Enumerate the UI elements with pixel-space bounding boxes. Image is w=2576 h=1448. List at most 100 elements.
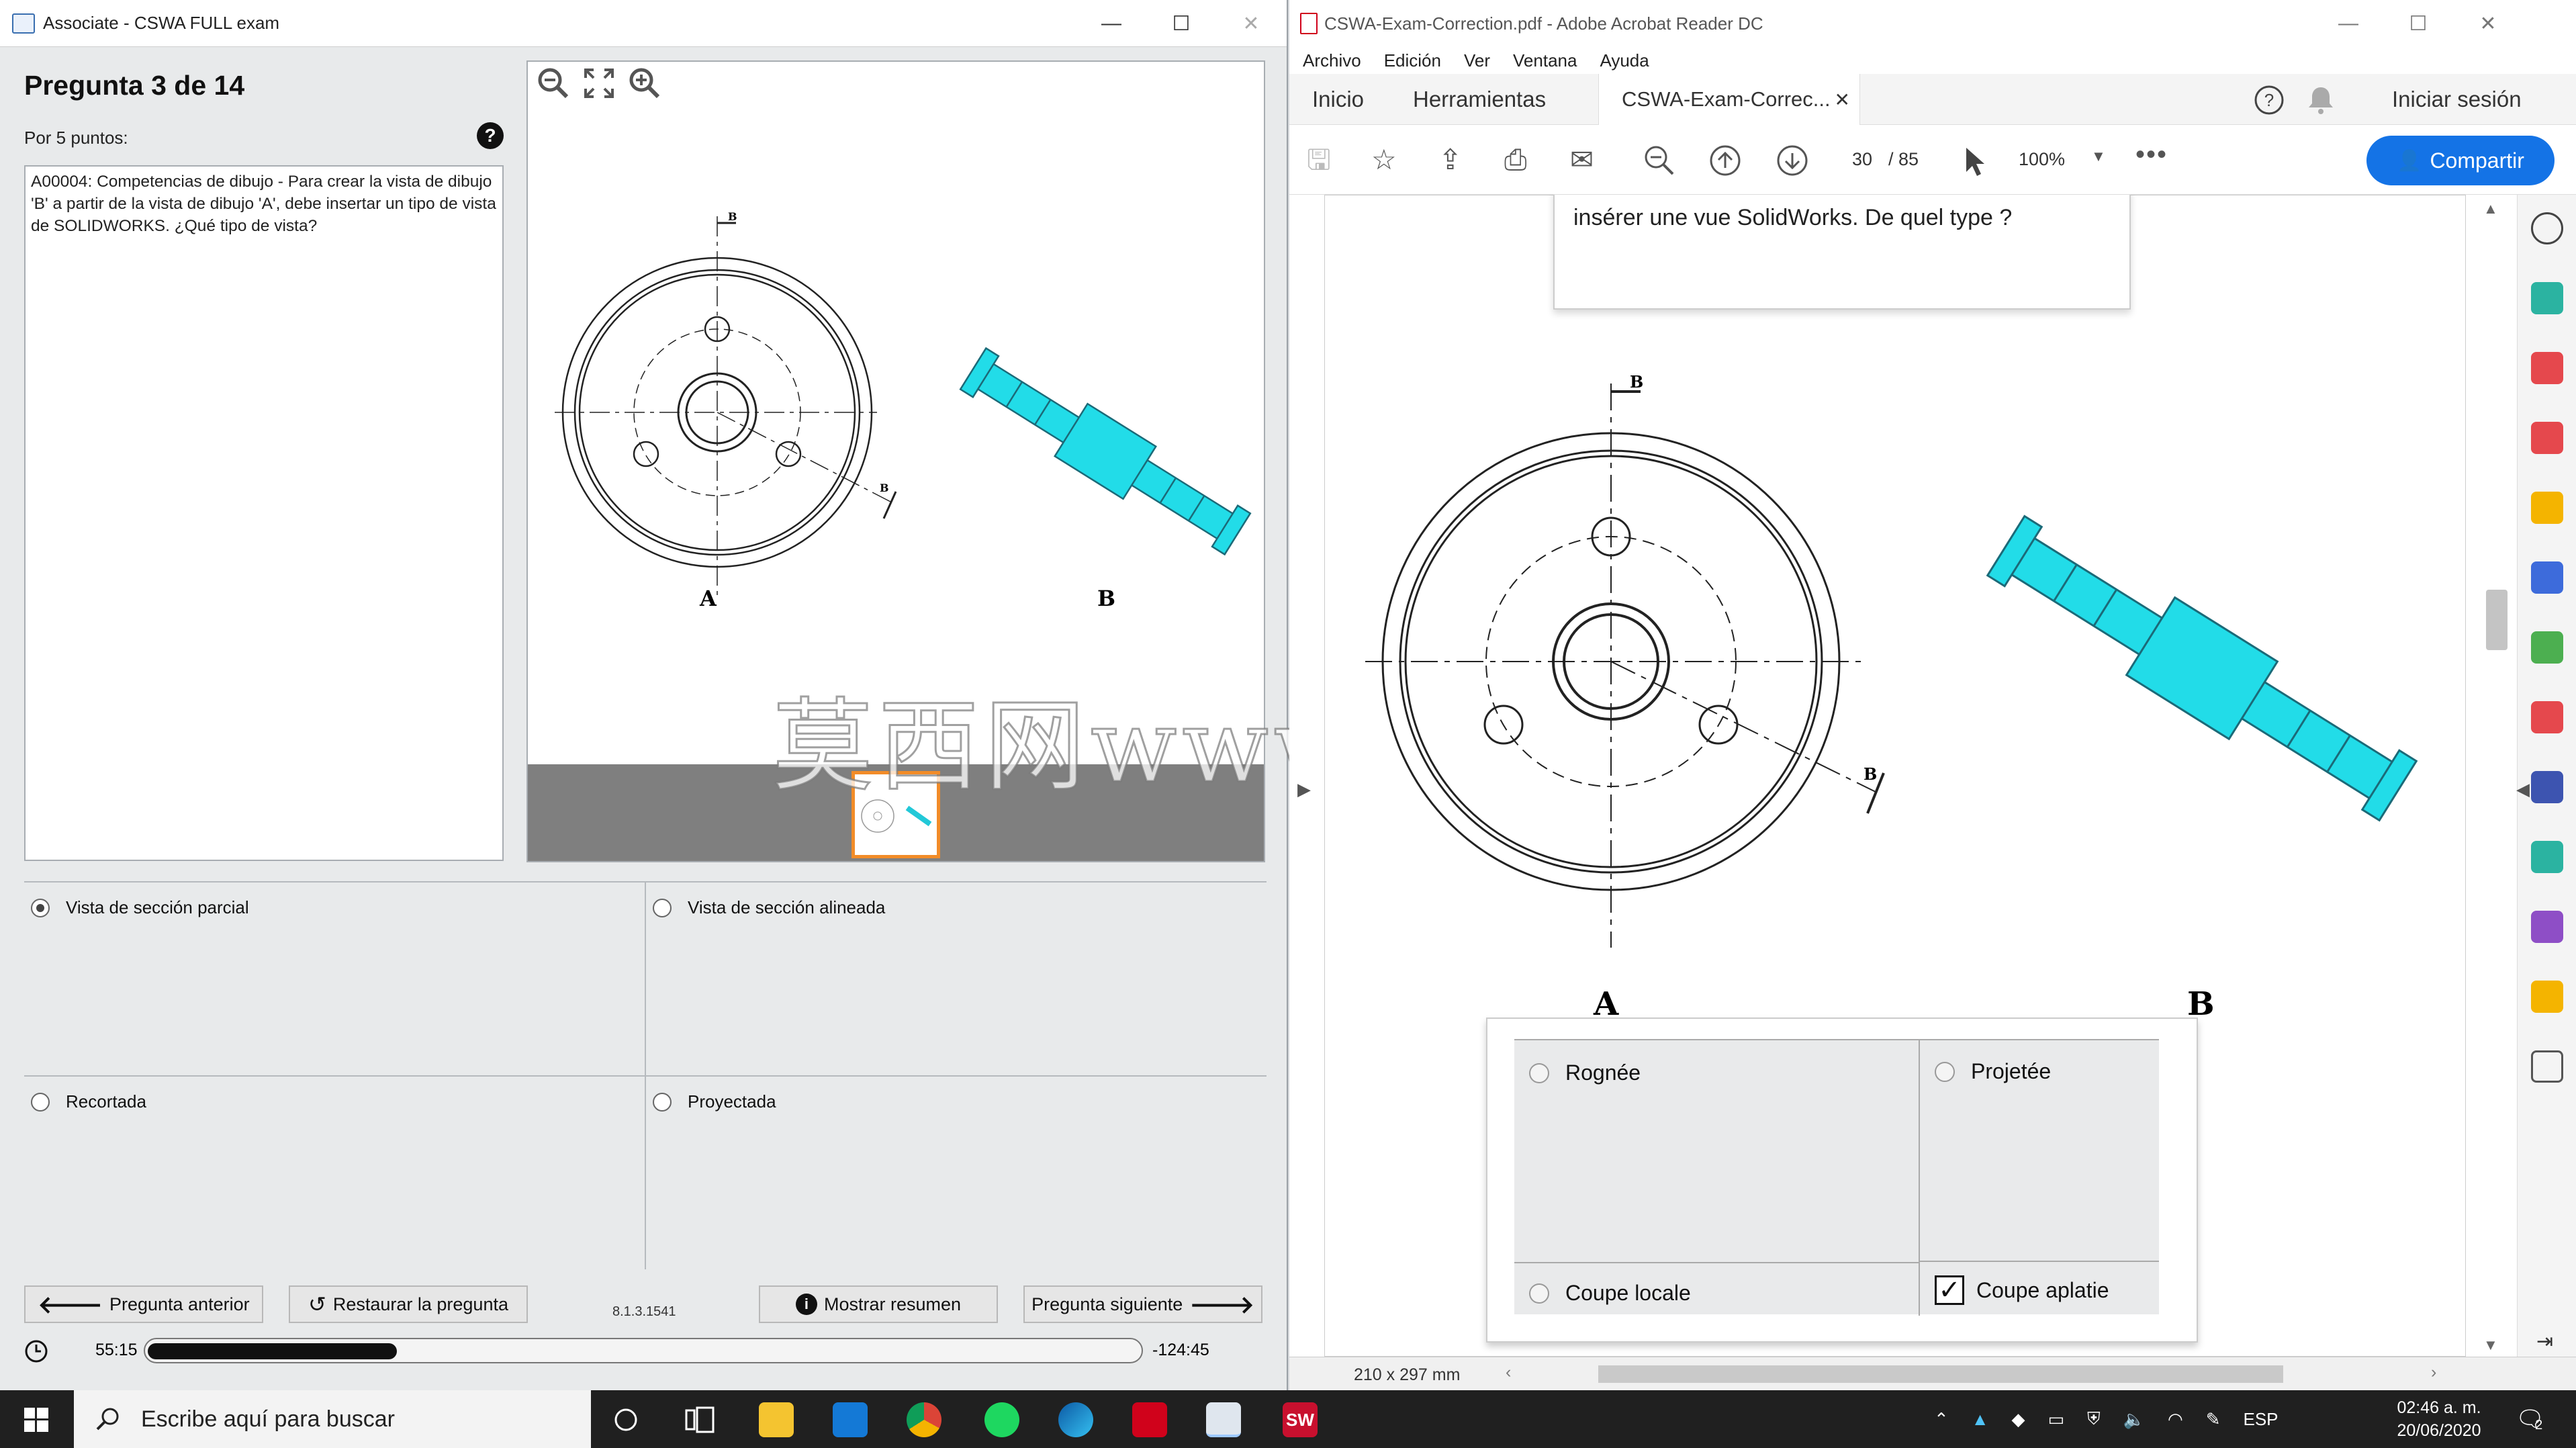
- close-tab-icon[interactable]: ✕: [1835, 89, 1850, 111]
- restore-question-button[interactable]: ↺ Restaurar la pregunta: [289, 1285, 528, 1323]
- mail-icon[interactable]: [833, 1402, 868, 1437]
- task-view-icon[interactable]: [685, 1406, 715, 1433]
- radio[interactable]: [1935, 1061, 1955, 1082]
- next-question-button[interactable]: Pregunta siguiente 🡒: [1023, 1285, 1262, 1323]
- save-icon[interactable]: 🖫: [1307, 145, 1331, 175]
- spotify-icon[interactable]: [984, 1402, 1019, 1437]
- maximize-button[interactable]: ☐: [2381, 0, 2455, 47]
- radio[interactable]: [1529, 1062, 1549, 1083]
- collapse-sidebar-icon[interactable]: ◀: [2516, 779, 2530, 800]
- tray-shield-icon[interactable]: ⛨: [2087, 1408, 2101, 1430]
- zoom-level[interactable]: 100%: [2019, 149, 2065, 170]
- menu-ventana[interactable]: Ventana: [1513, 50, 1577, 71]
- answer-option[interactable]: Vista de sección parcial: [24, 881, 645, 1075]
- solidworks-icon[interactable]: SW: [1283, 1402, 1318, 1437]
- star-icon[interactable]: ☆: [1371, 145, 1397, 175]
- radio[interactable]: [31, 1093, 50, 1112]
- maximize-button[interactable]: ☐: [1144, 0, 1218, 47]
- fill-sign-icon[interactable]: [2531, 701, 2563, 733]
- acrobat-icon[interactable]: [1132, 1402, 1167, 1437]
- vertical-scrollbar[interactable]: ▲ ▼: [2466, 195, 2516, 1357]
- send-comments-icon[interactable]: [2531, 981, 2563, 1013]
- edit-pdf-icon[interactable]: [2531, 911, 2563, 943]
- edge-icon[interactable]: [1058, 1402, 1093, 1437]
- option-rognee[interactable]: Rognée: [1529, 1060, 1641, 1085]
- combine-files-icon[interactable]: [2531, 561, 2563, 594]
- help-icon[interactable]: ?: [477, 122, 504, 149]
- scroll-down-icon[interactable]: ▼: [2483, 1337, 2498, 1354]
- pen-icon[interactable]: ✎: [2206, 1409, 2221, 1430]
- scroll-right-icon[interactable]: ›: [2431, 1363, 2436, 1382]
- menu-edicion[interactable]: Edición: [1384, 50, 1441, 71]
- compress-pdf-icon[interactable]: [2531, 631, 2563, 664]
- protect-icon[interactable]: [2531, 771, 2563, 803]
- upload-icon[interactable]: ⇪: [1438, 145, 1462, 175]
- radio[interactable]: [1529, 1283, 1549, 1304]
- bell-icon[interactable]: [2306, 85, 2336, 116]
- taskbar-search-box[interactable]: Escribe aquí para buscar: [74, 1390, 591, 1448]
- zoom-out-icon[interactable]: [1643, 144, 1676, 177]
- tab-inicio[interactable]: Inicio: [1312, 74, 1364, 125]
- current-page-input[interactable]: 30: [1852, 149, 1872, 170]
- radio[interactable]: [653, 899, 672, 917]
- battery-icon[interactable]: ▭: [2048, 1409, 2065, 1430]
- wifi-icon[interactable]: ◠: [2168, 1409, 2183, 1430]
- radio[interactable]: [653, 1093, 672, 1112]
- sign-in-link[interactable]: Iniciar sesión: [2392, 74, 2522, 125]
- organize-pages-icon[interactable]: [2531, 422, 2563, 454]
- scroll-left-icon[interactable]: ‹: [1506, 1363, 1511, 1382]
- option-projetee[interactable]: Projetée: [1935, 1059, 2051, 1084]
- answer-option[interactable]: Proyectada: [646, 1075, 1267, 1269]
- more-tools-icon[interactable]: [2531, 1050, 2563, 1083]
- close-button[interactable]: ✕: [2451, 0, 2525, 47]
- sidebar-toggle-icon[interactable]: ⇥: [2536, 1330, 2553, 1353]
- horizontal-scroll-thumb[interactable]: [1598, 1365, 2283, 1383]
- option-coupe-aplatie[interactable]: ✓ Coupe aplatie: [1935, 1275, 2109, 1305]
- tab-herramientas[interactable]: Herramientas: [1413, 74, 1546, 125]
- chrome-icon[interactable]: [907, 1402, 941, 1437]
- clock[interactable]: 02:46 a. m. 20/06/2020: [2385, 1390, 2493, 1448]
- print-icon[interactable]: ⎙: [1504, 145, 1527, 175]
- dropbox-icon[interactable]: ◆: [2012, 1409, 2025, 1430]
- radio-selected[interactable]: [31, 899, 50, 917]
- page-up-icon[interactable]: [1708, 144, 1742, 177]
- minimize-button[interactable]: —: [2311, 0, 2385, 47]
- menu-ayuda[interactable]: Ayuda: [1600, 50, 1649, 71]
- help-icon[interactable]: ?: [2254, 85, 2285, 116]
- expand-left-icon[interactable]: ▶: [1297, 779, 1311, 800]
- page-down-icon[interactable]: [1776, 144, 1809, 177]
- zoom-dropdown-icon[interactable]: ▼: [2091, 148, 2106, 165]
- tray-chevron-icon[interactable]: ⌃: [1934, 1409, 1949, 1430]
- exam-titlebar[interactable]: Associate - CSWA FULL exam — ☐ ✕: [0, 0, 1287, 47]
- option-coupe-locale[interactable]: Coupe locale: [1529, 1281, 1691, 1306]
- language-indicator[interactable]: ESP: [2243, 1409, 2278, 1430]
- share-button[interactable]: 👤 Compartir: [2366, 136, 2555, 185]
- close-button[interactable]: ✕: [1214, 0, 1288, 47]
- volume-icon[interactable]: 🔈: [2123, 1409, 2145, 1430]
- file-explorer-icon[interactable]: [759, 1402, 794, 1437]
- minimize-button[interactable]: —: [1074, 0, 1148, 47]
- checkbox-checked-icon[interactable]: ✓: [1935, 1275, 1964, 1305]
- answer-option[interactable]: Recortada: [24, 1075, 645, 1269]
- send-track-icon[interactable]: [2531, 841, 2563, 873]
- answer-option[interactable]: Vista de sección alineada: [646, 881, 1267, 1075]
- create-pdf-icon[interactable]: [2531, 282, 2563, 314]
- prev-question-button[interactable]: 🡐 Pregunta anterior: [24, 1285, 263, 1323]
- zoom-tool-icon[interactable]: [2531, 212, 2563, 244]
- menu-ver[interactable]: Ver: [1464, 50, 1490, 71]
- tray-app-icon[interactable]: ▲: [1972, 1409, 1989, 1430]
- windows-start-icon[interactable]: [24, 1408, 48, 1432]
- more-tools-icon[interactable]: •••: [2135, 140, 2168, 170]
- scroll-up-icon[interactable]: ▲: [2483, 200, 2498, 218]
- email-icon[interactable]: ✉: [1570, 145, 1594, 175]
- cortana-icon[interactable]: [612, 1406, 639, 1433]
- tab-document[interactable]: CSWA-Exam-Correc... ✕: [1598, 74, 1860, 125]
- show-summary-button[interactable]: i Mostrar resumen: [759, 1285, 998, 1323]
- export-pdf-icon[interactable]: [2531, 352, 2563, 384]
- menu-archivo[interactable]: Archivo: [1303, 50, 1361, 71]
- acrobat-titlebar[interactable]: CSWA-Exam-Correction.pdf - Adobe Acrobat…: [1289, 0, 2576, 47]
- select-cursor-icon[interactable]: [1961, 145, 1988, 179]
- comment-icon[interactable]: [2531, 492, 2563, 524]
- scroll-thumb[interactable]: [2486, 590, 2508, 650]
- exam-app-icon[interactable]: [1206, 1402, 1241, 1437]
